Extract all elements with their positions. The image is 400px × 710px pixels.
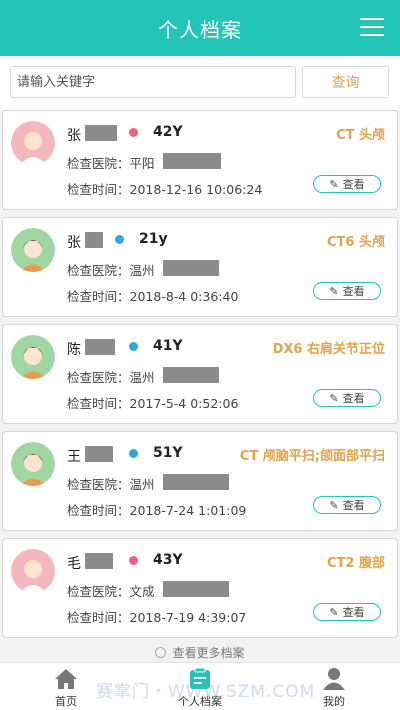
hospital-redaction: [163, 367, 219, 383]
hospital-row: 检查医院：文成: [67, 581, 155, 600]
user-icon: [323, 668, 345, 690]
record-card[interactable]: 陈 41Y DX6 右肩关节正位 检查医院：温州 检查时间：2017-5-4 0…: [2, 324, 398, 424]
patient-age: 43Y: [153, 552, 183, 568]
name-redaction: [85, 446, 113, 462]
hospital-row: 检查医院：温州: [67, 260, 155, 279]
name-redaction: [85, 553, 113, 569]
name-redaction: [85, 232, 103, 248]
view-button[interactable]: ✎ 查看: [313, 175, 381, 193]
edit-icon: ✎: [329, 605, 339, 619]
edit-icon: ✎: [329, 391, 339, 405]
load-more-icon: [155, 647, 167, 658]
patient-name: 毛: [67, 556, 81, 572]
hospital-redaction: [163, 260, 219, 276]
view-button[interactable]: ✎ 查看: [313, 496, 381, 514]
exam-time: 2018-7-19 4:39:07: [129, 610, 247, 625]
hospital-label: 检查医院：: [67, 370, 130, 385]
tab-home[interactable]: 首页: [26, 663, 106, 710]
exam-time: 2018-12-16 10:06:24: [129, 182, 263, 197]
hospital-redaction: [163, 474, 229, 490]
exam-time: 2018-8-4 0:36:40: [129, 289, 239, 304]
hospital-label: 检查医院：: [67, 263, 130, 278]
patient-age: 51Y: [153, 445, 183, 461]
avatar-male: [11, 335, 55, 379]
avatar-male: [11, 442, 55, 486]
edit-icon: ✎: [329, 177, 339, 191]
top-bar: 个人档案: [0, 0, 400, 56]
tab-home-label: 首页: [55, 695, 77, 708]
exam-type: CT 颅脑平扫;颌面部平扫: [239, 449, 385, 464]
exam-time: 2017-5-4 0:52:06: [129, 396, 239, 411]
gender-male-icon: [129, 449, 138, 458]
time-row: 检查时间：2018-7-24 1:01:09: [67, 500, 246, 519]
patient-name: 张: [67, 128, 81, 144]
hospital-row: 检查医院：平阳: [67, 153, 155, 172]
time-label: 检查时间：: [67, 610, 130, 625]
name-redaction: [85, 125, 117, 141]
exam-time: 2018-7-24 1:01:09: [129, 503, 247, 518]
view-button[interactable]: ✎ 查看: [313, 282, 381, 300]
time-row: 检查时间：2018-12-16 10:06:24: [67, 179, 262, 198]
gender-male-icon: [115, 235, 124, 244]
time-row: 检查时间：2018-7-19 4:39:07: [67, 607, 246, 626]
hospital-label: 检查医院：: [67, 156, 130, 171]
avatar-female: [11, 121, 55, 165]
edit-icon: ✎: [329, 498, 339, 512]
patient-age: 21y: [139, 231, 168, 247]
view-button[interactable]: ✎ 查看: [313, 603, 381, 621]
hospital-label: 检查医院：: [67, 477, 130, 492]
time-label: 检查时间：: [67, 289, 130, 304]
hospital-redaction: [163, 581, 229, 597]
patient-age: 41Y: [153, 338, 183, 354]
exam-type: CT 头颅: [336, 128, 385, 143]
patient-name: 陈: [67, 342, 81, 358]
hospital-name: 平阳: [129, 156, 155, 171]
hospital-row: 检查医院：温州: [67, 474, 155, 493]
exam-type: CT2 腹部: [327, 556, 385, 571]
time-label: 检查时间：: [67, 396, 130, 411]
hospital-row: 检查医院：温州: [67, 367, 155, 386]
hospital-name: 温州: [129, 370, 155, 385]
view-label: 查看: [342, 392, 365, 405]
home-icon: [55, 669, 77, 689]
patient-name: 王: [67, 449, 81, 465]
exam-type: CT6 头颅: [327, 235, 385, 250]
time-label: 检查时间：: [67, 503, 130, 518]
view-label: 查看: [342, 178, 365, 191]
hospital-redaction: [163, 153, 221, 169]
load-more-label: 查看更多档案: [172, 646, 245, 660]
time-row: 检查时间：2017-5-4 0:52:06: [67, 393, 238, 412]
search-input[interactable]: [10, 66, 296, 98]
load-more-link[interactable]: 查看更多档案: [0, 644, 400, 664]
hospital-name: 温州: [129, 477, 155, 492]
view-label: 查看: [342, 285, 365, 298]
patient-age: 42Y: [153, 124, 183, 140]
edit-icon: ✎: [329, 284, 339, 298]
search-button[interactable]: 查询: [302, 66, 389, 98]
view-button[interactable]: ✎ 查看: [313, 389, 381, 407]
hospital-label: 检查医院：: [67, 584, 130, 599]
time-row: 检查时间：2018-8-4 0:36:40: [67, 286, 238, 305]
gender-female-icon: [129, 556, 138, 565]
gender-male-icon: [129, 342, 138, 351]
view-label: 查看: [342, 606, 365, 619]
record-card[interactable]: 王 51Y CT 颅脑平扫;颌面部平扫 检查医院：温州 检查时间：2018-7-…: [2, 431, 398, 531]
hospital-name: 温州: [129, 263, 155, 278]
exam-type: DX6 右肩关节正位: [272, 342, 385, 357]
view-label: 查看: [342, 499, 365, 512]
menu-icon[interactable]: [360, 18, 384, 38]
avatar-male: [11, 228, 55, 272]
record-card[interactable]: 张 42Y CT 头颅 检查医院：平阳 检查时间：2018-12-16 10:0…: [2, 110, 398, 210]
hospital-name: 文成: [129, 584, 155, 599]
search-bar: 查询: [0, 56, 400, 110]
record-card[interactable]: 毛 43Y CT2 腹部 检查医院：文成 检查时间：2018-7-19 4:39…: [2, 538, 398, 638]
watermark-text: 赛掌门・WWW.SZM.COM: [96, 682, 316, 702]
avatar-female: [11, 549, 55, 593]
record-card[interactable]: 张 21y CT6 头颅 检查医院：温州 检查时间：2018-8-4 0:36:…: [2, 217, 398, 317]
time-label: 检查时间：: [67, 182, 130, 197]
name-redaction: [85, 339, 115, 355]
page-title: 个人档案: [158, 17, 242, 42]
gender-female-icon: [129, 128, 138, 137]
patient-name: 张: [67, 235, 81, 251]
